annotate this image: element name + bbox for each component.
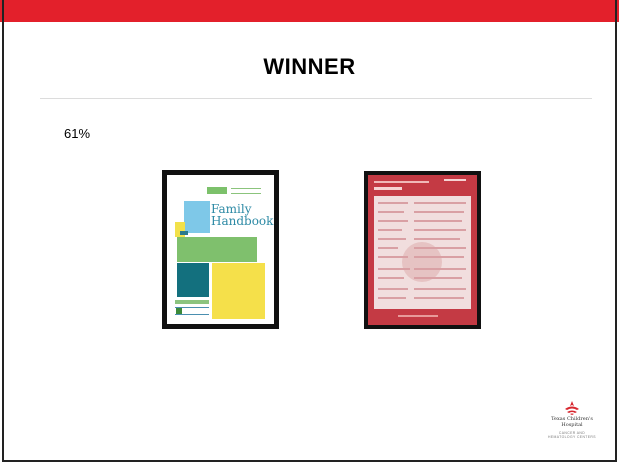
document-row — [378, 247, 398, 249]
document-row — [414, 202, 466, 204]
document-row — [414, 288, 466, 290]
percentage-value: 61% — [64, 126, 91, 141]
document-page — [368, 175, 477, 325]
slide-title: WINNER — [263, 54, 356, 79]
document-body — [374, 196, 471, 309]
hospital-star-icon — [565, 401, 579, 415]
handbook-logo-text — [175, 300, 209, 304]
document-row — [414, 211, 464, 213]
document-row — [378, 229, 402, 231]
handbook-green-tag — [207, 187, 227, 194]
document-row — [414, 256, 464, 258]
title-divider — [40, 98, 592, 99]
red-document-image — [364, 171, 481, 329]
handbook-green-block — [177, 237, 257, 262]
document-row — [378, 277, 404, 279]
handbook-teal-block — [177, 263, 209, 297]
document-logo — [444, 179, 466, 193]
handbook-yellow-block — [212, 263, 265, 319]
document-row — [414, 220, 462, 222]
document-row — [378, 297, 406, 299]
document-row — [378, 202, 408, 204]
handbook-tagline — [231, 188, 261, 194]
texas-childrens-logo: Texas Children's Hospital CANCER AND HEM… — [546, 400, 598, 456]
handbook-title: Family Handbook — [211, 202, 274, 228]
document-heading — [374, 187, 402, 190]
handbook-blue-block — [184, 201, 210, 233]
document-row — [414, 238, 460, 240]
handbook-cover: Family Handbook — [167, 175, 274, 324]
logo-name: Texas Children's Hospital — [551, 416, 593, 428]
document-row — [378, 268, 410, 270]
document-row — [378, 211, 404, 213]
logo-subtitle-line2: HEMATOLOGY CENTERS — [548, 435, 596, 439]
document-row — [414, 229, 466, 231]
document-row — [378, 288, 408, 290]
handbook-logo-mark — [176, 308, 182, 314]
document-row — [378, 238, 406, 240]
document-row — [378, 220, 408, 222]
document-header-line — [374, 181, 429, 183]
document-row — [414, 297, 464, 299]
document-row — [414, 247, 466, 249]
family-handbook-image: Family Handbook — [162, 170, 279, 329]
document-row — [378, 256, 408, 258]
presentation-slide: WINNER 61% Family Handbook Texas Childre… — [0, 0, 619, 465]
document-row — [414, 277, 462, 279]
document-footer — [398, 315, 438, 317]
handbook-small-teal-block — [180, 231, 188, 235]
document-row — [414, 268, 466, 270]
